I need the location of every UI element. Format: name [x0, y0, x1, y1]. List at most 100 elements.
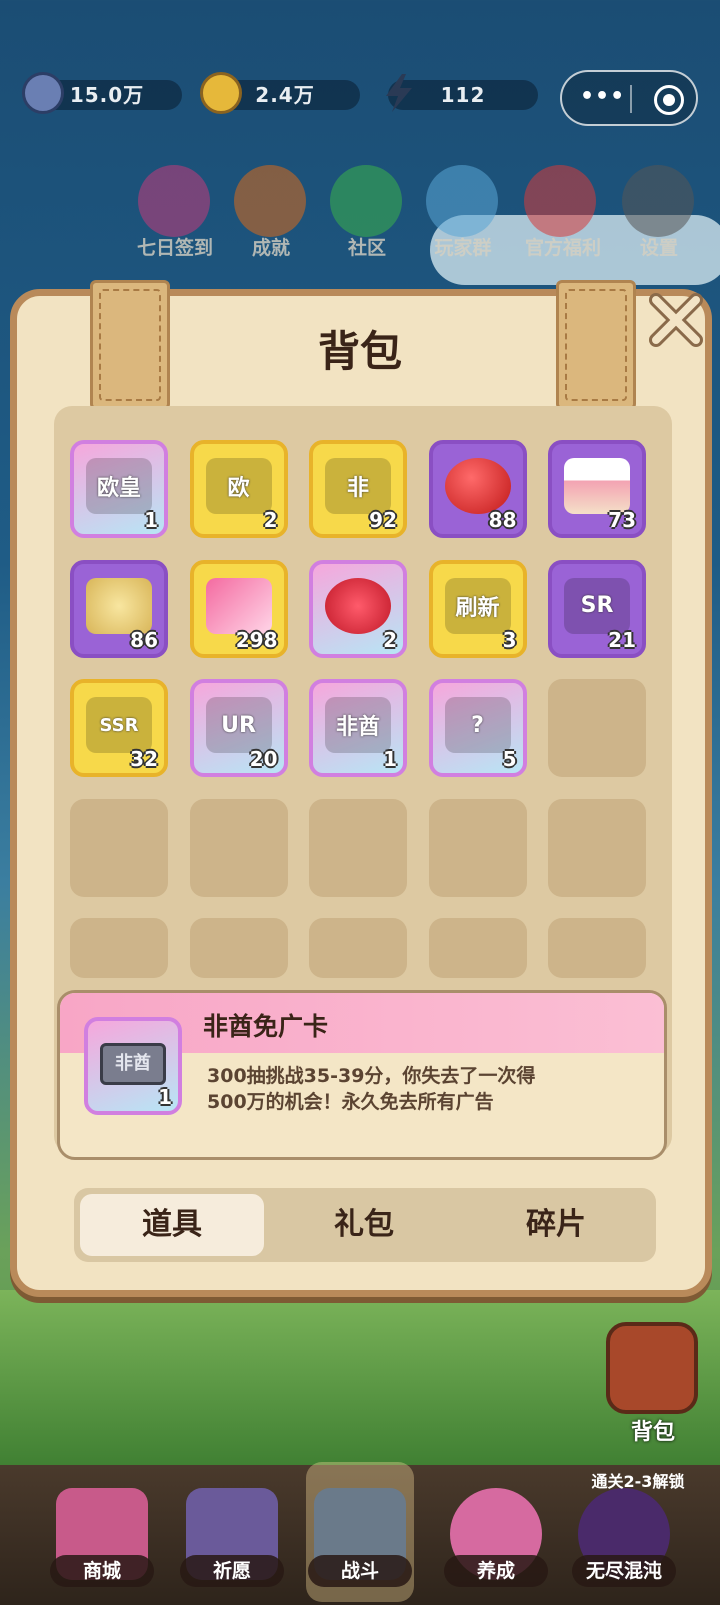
- item-description-box: 非酋 1 非酋免广卡 300抽挑战35-39分，你失去了一次得500万的机会！永…: [57, 990, 667, 1160]
- selected-item-name: 非酋免广卡: [203, 1012, 329, 1041]
- item-count: 2: [263, 508, 278, 532]
- inventory-item[interactable]: ? 5: [428, 679, 527, 777]
- coin-counter[interactable]: 2.4万: [200, 72, 360, 114]
- gear-icon[interactable]: [622, 165, 694, 237]
- gift-icon[interactable]: [524, 165, 596, 237]
- item-count: 3: [502, 627, 517, 652]
- empty-slot: [548, 798, 646, 897]
- empty-slot: [189, 798, 288, 897]
- menu-label-checkin: 七日签到: [136, 237, 213, 259]
- menu-label-achievement: 成就: [251, 237, 290, 259]
- nav-endless-chaos[interactable]: 无尽混沌: [572, 1555, 676, 1587]
- bag-label: 背包: [630, 1420, 675, 1445]
- coin-icon: [200, 72, 242, 114]
- item-icon: [564, 458, 630, 514]
- item-label: 非酋: [335, 715, 380, 740]
- item-icon: UR: [205, 697, 272, 753]
- empty-slot: [548, 679, 646, 777]
- item-count: 21: [608, 627, 636, 652]
- item-label: ?: [471, 712, 484, 738]
- inventory-item[interactable]: 88: [428, 440, 527, 538]
- inventory-item[interactable]: 298: [189, 559, 288, 658]
- community-icon[interactable]: [330, 165, 402, 237]
- selected-item-count: 1: [158, 1085, 172, 1109]
- close-program-icon[interactable]: [654, 85, 684, 115]
- inventory-item[interactable]: 欧2: [189, 440, 288, 538]
- inventory-item[interactable]: UR 20: [189, 679, 288, 777]
- nav-shop[interactable]: 商城: [50, 1555, 154, 1587]
- checkin-icon[interactable]: [138, 165, 210, 237]
- inventory-item[interactable]: SSR 32: [70, 679, 168, 777]
- item-icon: 非酋: [325, 697, 391, 753]
- nav-wish[interactable]: 祈愿: [180, 1555, 284, 1587]
- menu-label-player-group: 玩家群: [434, 237, 492, 259]
- item-label: 非: [346, 476, 369, 501]
- capsule-divider: [630, 85, 632, 113]
- mini-program-capsule[interactable]: •••: [560, 70, 698, 126]
- item-label: 欧: [227, 476, 250, 501]
- bag-icon[interactable]: [606, 1322, 698, 1414]
- item-icon: ?: [444, 697, 511, 753]
- gem-icon: [22, 72, 64, 114]
- empty-slot: [548, 918, 646, 978]
- lightning-icon: [378, 72, 420, 114]
- inventory-item[interactable]: 刷新 3: [428, 559, 527, 658]
- unlock-hint: 通关2-3解锁: [591, 1472, 685, 1491]
- tab-items[interactable]: 道具: [80, 1194, 264, 1256]
- item-icon: SR: [564, 577, 630, 634]
- item-label: 刷新: [455, 595, 500, 621]
- item-icon: 刷新: [444, 577, 511, 634]
- menu-label-settings: 设置: [639, 237, 678, 259]
- category-tabs: 道具 礼包 碎片: [74, 1188, 656, 1262]
- energy-value: 112: [440, 83, 486, 107]
- inventory-item[interactable]: 2: [309, 559, 407, 658]
- nav-cultivate[interactable]: 养成: [444, 1555, 548, 1587]
- nav-battle[interactable]: 战斗: [308, 1555, 412, 1587]
- item-icon: [86, 577, 152, 634]
- item-count: 298: [235, 627, 278, 652]
- item-label: UR: [221, 712, 256, 738]
- gem-value: 15.0万: [69, 83, 145, 107]
- item-count: 20: [249, 747, 278, 771]
- empty-slot: [70, 798, 168, 897]
- trophy-icon[interactable]: [234, 165, 306, 237]
- item-count: 1: [383, 747, 397, 771]
- item-count: 32: [130, 747, 158, 771]
- close-icon[interactable]: [644, 288, 708, 352]
- gem-counter[interactable]: 15.0万: [22, 72, 182, 114]
- qq-group-icon[interactable]: [426, 165, 498, 237]
- inventory-item[interactable]: 非酋 1: [309, 679, 407, 777]
- empty-slot: [309, 918, 407, 978]
- inventory-item[interactable]: 73: [548, 440, 646, 538]
- tab-gift-packs[interactable]: 礼包: [272, 1194, 456, 1256]
- item-icon: 非: [325, 458, 391, 514]
- item-count: 5: [502, 747, 517, 771]
- inventory-item[interactable]: 欧皇 1: [70, 440, 168, 538]
- selected-item-label: 非酋: [115, 1053, 151, 1074]
- item-icon: SSR: [86, 697, 152, 753]
- item-label: SSR: [99, 714, 139, 736]
- menu-label-welfare: 官方福利: [524, 237, 601, 259]
- empty-slot: [309, 798, 407, 897]
- panel-title: 背包: [317, 327, 402, 376]
- inventory-item[interactable]: 86: [70, 559, 168, 658]
- item-count: 1: [144, 508, 158, 532]
- right-strap: [556, 280, 636, 410]
- item-icon: 欧皇: [86, 458, 152, 514]
- inventory-item[interactable]: SR 21: [548, 559, 646, 658]
- empty-slot: [70, 918, 168, 978]
- close-button[interactable]: [644, 288, 708, 352]
- inventory-item[interactable]: 非 92: [309, 440, 407, 538]
- tab-fragments[interactable]: 碎片: [464, 1194, 648, 1256]
- item-count: 2: [383, 627, 397, 652]
- item-icon: 欧: [205, 458, 272, 514]
- item-count: 92: [369, 508, 397, 532]
- empty-slot: [428, 798, 527, 897]
- empty-slot: [428, 918, 527, 978]
- item-label: 欧皇: [96, 476, 141, 501]
- energy-counter[interactable]: 112: [386, 74, 538, 112]
- selected-item-icon: 非酋 1: [84, 1017, 182, 1115]
- more-icon[interactable]: •••: [580, 84, 625, 109]
- coin-value: 2.4万: [255, 83, 315, 107]
- item-label: SR: [580, 593, 614, 618]
